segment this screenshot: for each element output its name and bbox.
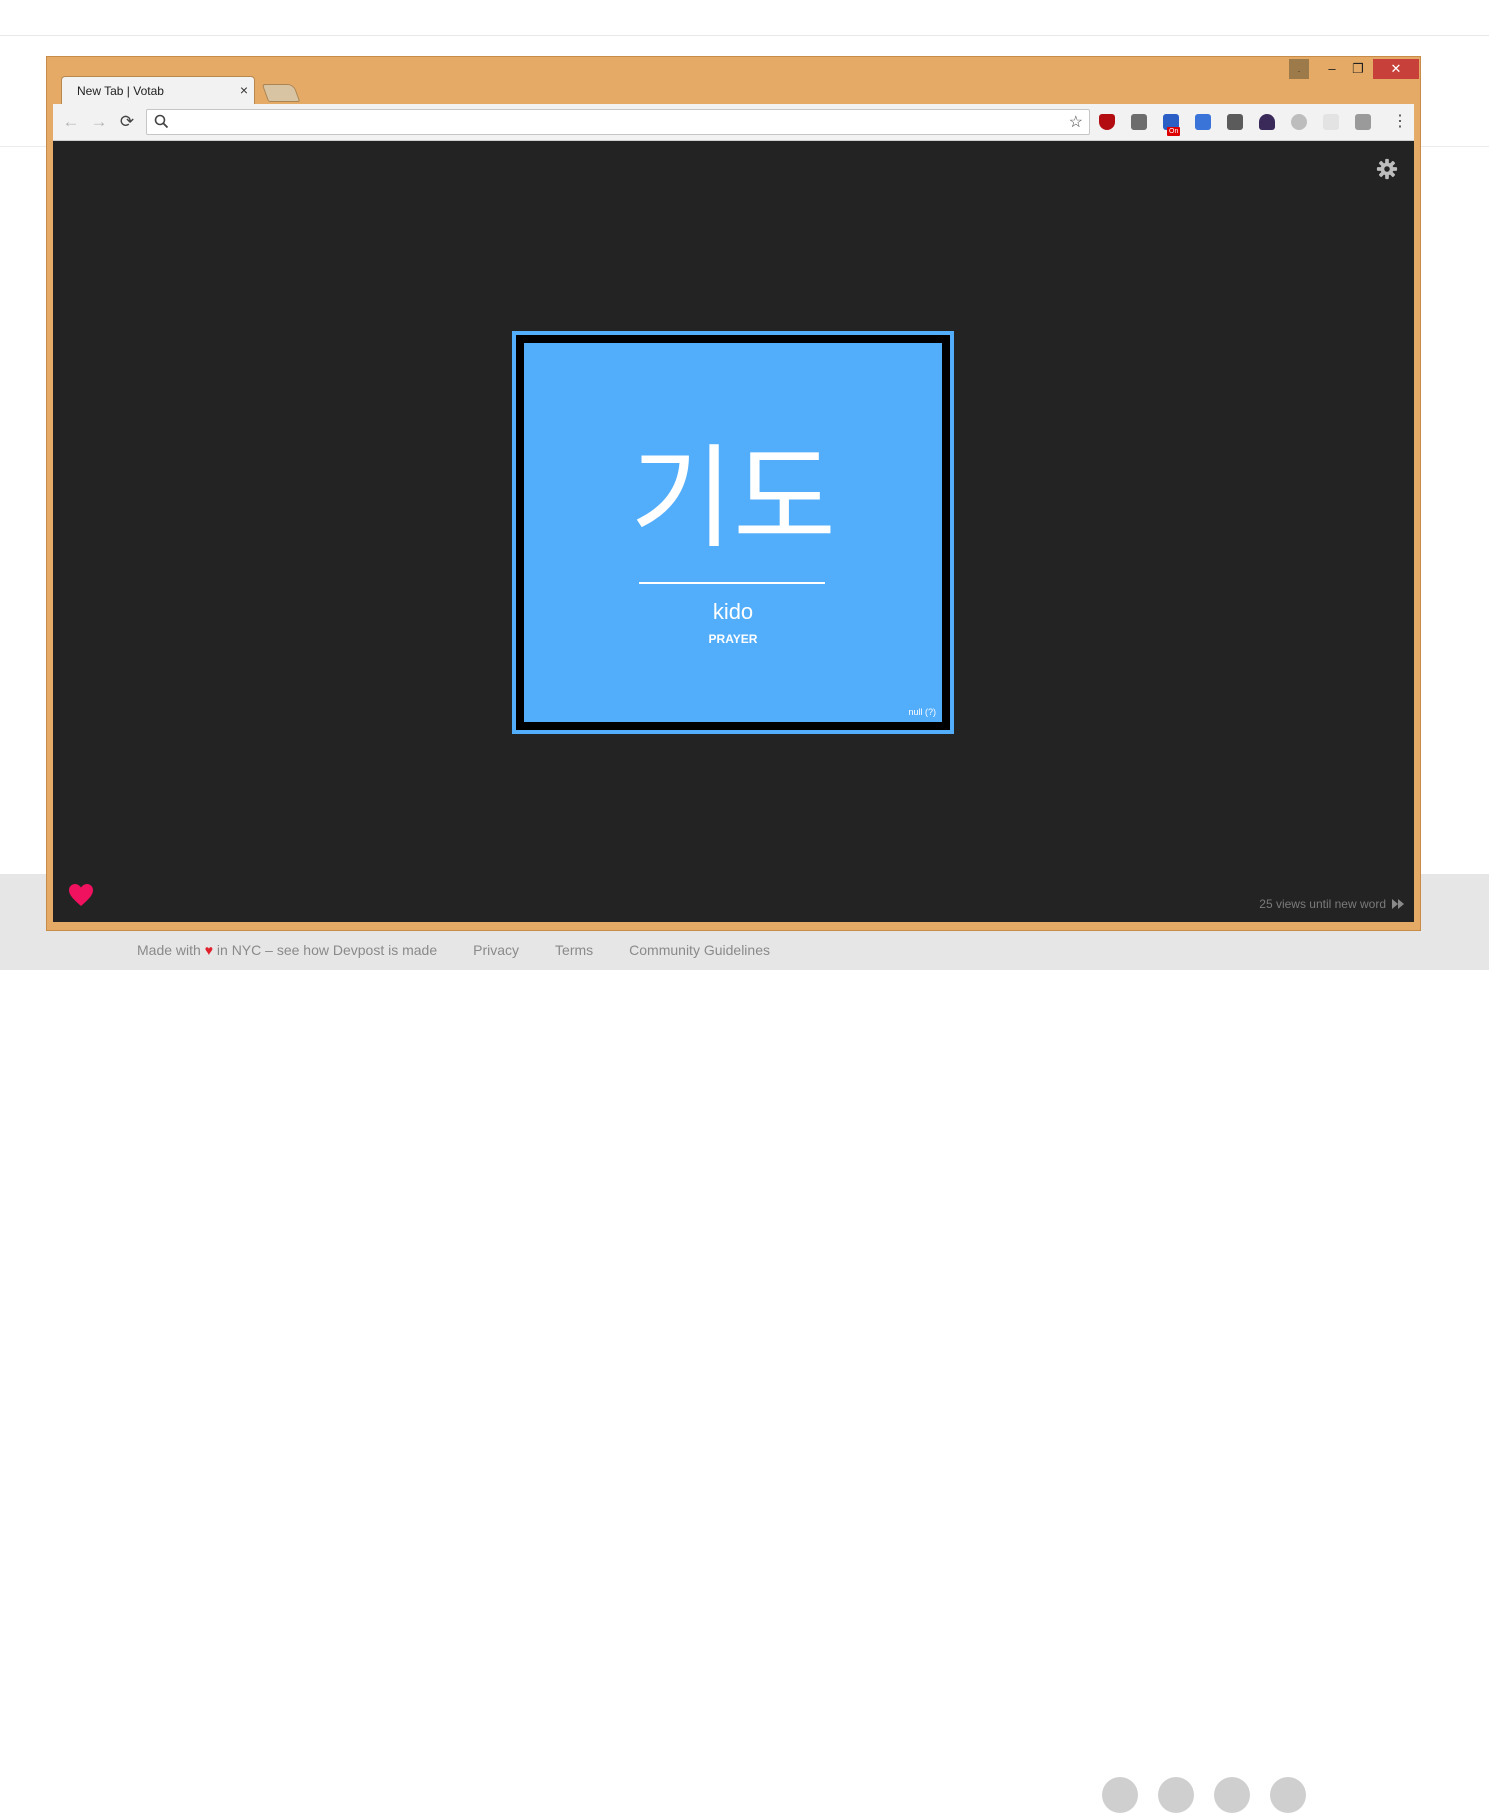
extension-on-badge: On [1167, 127, 1181, 136]
ublock-icon[interactable] [1099, 114, 1115, 130]
gear-icon[interactable] [1376, 158, 1398, 180]
youtube-icon[interactable] [1270, 1777, 1306, 1813]
calendar-icon[interactable] [1195, 114, 1211, 130]
forward-arrow-icon[interactable]: → [89, 112, 109, 132]
background-top-divider [0, 35, 1489, 36]
search-icon [154, 114, 169, 129]
v-icon[interactable] [1355, 114, 1371, 130]
browser-window: . – ❐ ✕ New Tab | Votab × ← → ⟳ ☆ On ⋮ 기… [46, 56, 1421, 931]
romanization: kido [712, 599, 754, 624]
facebook-icon[interactable] [1158, 1777, 1194, 1813]
back-arrow-icon[interactable]: ← [61, 112, 81, 132]
fast-forward-icon[interactable] [1392, 899, 1404, 909]
privacy-link[interactable]: Privacy [473, 942, 519, 958]
browser-toolbar: ← → ⟳ ☆ On ⋮ [53, 104, 1414, 141]
footer-links: Made with ♥ in NYC – see how Devpost is … [137, 942, 770, 958]
views-until-new-word: 25 views until new word [1259, 897, 1404, 911]
made-with-text: Made with ♥ in NYC – see how Devpost is … [137, 942, 438, 958]
faded-extension-icon[interactable] [1323, 114, 1339, 130]
terms-link[interactable]: Terms [555, 942, 593, 958]
new-tab-page: 기도 kido PRAYER null (?) 25 views until n… [53, 141, 1414, 922]
close-window-button[interactable]: ✕ [1373, 59, 1419, 79]
maximize-button[interactable]: ❐ [1345, 59, 1371, 79]
devpost-made-link[interactable]: in NYC – see how Devpost is made [217, 942, 437, 958]
translation: PRAYER [708, 632, 758, 646]
tab-active[interactable]: New Tab | Votab × [61, 76, 255, 104]
eyes-icon[interactable] [1227, 114, 1243, 130]
address-input[interactable] [175, 112, 1059, 134]
bookmark-star-icon[interactable]: ☆ [1069, 112, 1083, 132]
tab-title: New Tab | Votab [77, 84, 164, 98]
views-note-text: 25 views until new word [1259, 897, 1386, 911]
heart-icon[interactable] [67, 882, 95, 908]
play-icon[interactable] [1291, 114, 1307, 130]
user-profile-badge[interactable]: . [1289, 59, 1309, 79]
tab-close-icon[interactable]: × [240, 82, 248, 98]
word-card-frame: 기도 kido PRAYER null (?) [512, 331, 954, 734]
card-divider [639, 582, 825, 584]
browser-menu-icon[interactable]: ⋮ [1392, 112, 1408, 132]
address-bar[interactable]: ☆ [146, 109, 1090, 135]
puzzle-icon[interactable] [1131, 114, 1147, 130]
korean-word: 기도 [629, 434, 837, 564]
community-guidelines-link[interactable]: Community Guidelines [629, 942, 770, 958]
null-note-link[interactable]: null (?) [908, 707, 936, 717]
ghost-icon[interactable] [1259, 114, 1275, 130]
heart-icon: ♥ [204, 942, 214, 958]
word-card: 기도 kido PRAYER null (?) [524, 343, 942, 722]
minimize-button[interactable]: – [1319, 59, 1345, 79]
new-tab-button[interactable] [261, 84, 301, 102]
reload-icon[interactable]: ⟳ [117, 112, 137, 132]
instagram-icon[interactable] [1214, 1777, 1250, 1813]
twitter-icon[interactable] [1102, 1777, 1138, 1813]
